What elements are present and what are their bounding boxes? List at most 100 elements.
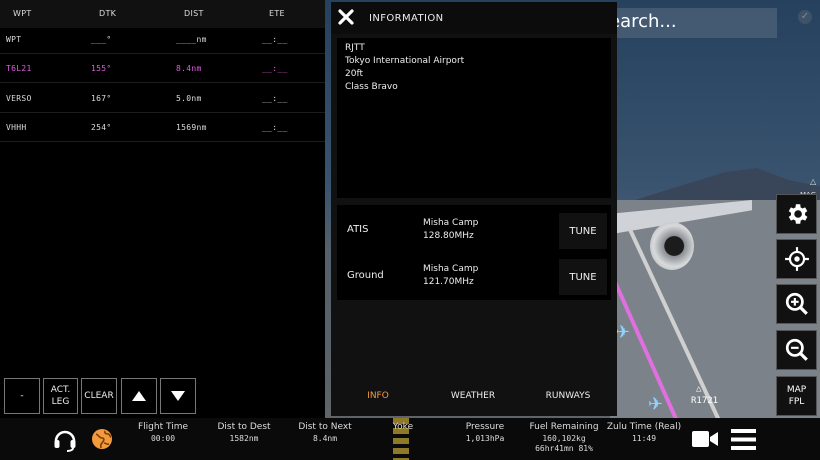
row-dtk: 155° [91, 64, 112, 73]
fuel-value-time: 66hr41mn 81% [535, 444, 593, 453]
frequency-value: 128.80MHz [423, 231, 474, 241]
dist-to-dest-value: 1582nm [229, 434, 259, 443]
waypoint-label: R1721 [691, 396, 719, 406]
fuel-remaining: Fuel Remaining 160,102kg 66hr41mn 81% [526, 422, 602, 454]
zoom-in-icon [785, 292, 808, 315]
zoom-out-button[interactable] [776, 330, 817, 370]
zoom-out-icon [785, 338, 808, 361]
video-camera-icon [692, 431, 718, 447]
flight-time-label: Flight Time [137, 422, 188, 432]
pressure-label: Pressure [465, 422, 505, 432]
center-location-button[interactable] [776, 239, 817, 279]
zulu-time: Zulu Time (Real) 11:49 [606, 422, 682, 444]
tab-runways[interactable]: RUNWAYS [523, 391, 613, 401]
map-fpl-label-fpl: FPL [788, 397, 805, 407]
atc-headset-button[interactable] [52, 426, 78, 456]
dist-to-next-value: 8.4nm [312, 434, 338, 443]
row-dist: 8.4nm [176, 64, 202, 73]
pressure: Pressure 1,013hPa [453, 422, 517, 444]
pressure-value: 1,013hPa [465, 434, 505, 443]
header-dtk: DTK [99, 9, 117, 18]
flight-plan-row[interactable]: VHHH 254° 1569nm __:__ [0, 112, 325, 142]
airport-code: RJTT [345, 43, 365, 53]
waypoint-triangle-icon: △ [696, 384, 702, 394]
frequency-row-atis: ATIS Misha Camp 128.80MHz TUNE [337, 209, 611, 253]
globe-button[interactable] [91, 428, 113, 454]
crosshair-icon [784, 247, 809, 271]
airport-details: RJTT Tokyo International Airport 20ft Cl… [337, 38, 611, 198]
row-wpt: VERSO [6, 94, 32, 103]
information-tabs: INFO WEATHER RUNWAYS [331, 382, 617, 412]
frequency-details: Misha Camp 121.70MHz [423, 263, 478, 289]
frequency-type: Ground [347, 270, 384, 281]
frequency-station: Misha Camp [423, 264, 479, 274]
frequency-list: ATIS Misha Camp 128.80MHz TUNE Ground Mi… [337, 205, 611, 300]
tune-ground-button[interactable]: TUNE [559, 259, 607, 295]
zulu-time-label: Zulu Time (Real) [606, 422, 682, 432]
flight-plan-panel: WPT DTK DIST ETE WPT ___° ____nm __:__ T… [0, 0, 325, 418]
row-dist: 5.0nm [176, 94, 202, 103]
check-icon[interactable]: ✓ [798, 10, 812, 24]
map-fpl-button[interactable]: MAP FPL [776, 376, 817, 416]
row-wpt: VHHH [6, 123, 27, 132]
arrow-down-icon [171, 391, 185, 401]
header-ete: ETE [269, 9, 285, 18]
tune-atis-button[interactable]: TUNE [559, 213, 607, 249]
flight-plan-row[interactable]: VERSO 167° 5.0nm __:__ [0, 83, 325, 113]
zulu-time-value: 11:49 [631, 434, 657, 443]
tab-info[interactable]: INFO [333, 391, 423, 401]
row-dist: ____nm [176, 35, 207, 44]
map-fpl-label-map: MAP [786, 385, 807, 395]
remove-waypoint-button[interactable]: - [4, 378, 40, 414]
gear-icon [788, 204, 807, 224]
flight-plan-row-active[interactable]: T6L21 155° 8.4nm __:__ [0, 53, 325, 83]
flight-plan-row[interactable]: WPT ___° ____nm __:__ [0, 24, 325, 54]
airport-elevation: 20ft [345, 69, 363, 79]
main-menu-button[interactable] [731, 429, 756, 454]
act-leg-label-1: ACT. [50, 385, 71, 395]
act-leg-label-2: LEG [51, 397, 70, 407]
move-down-button[interactable] [160, 378, 196, 414]
status-bar: Flight Time 00:00 Dist to Dest 1582nm Di… [0, 418, 820, 460]
header-dist: DIST [184, 9, 204, 18]
headset-icon [54, 430, 76, 452]
arrow-up-icon [132, 391, 146, 401]
frequency-station: Misha Camp [423, 218, 479, 228]
row-ete: __:__ [262, 123, 288, 132]
camera-button[interactable] [692, 429, 718, 453]
row-wpt: WPT [6, 35, 22, 44]
zoom-in-button[interactable] [776, 284, 817, 324]
traffic-airplane-icon[interactable]: ✈ [615, 322, 630, 343]
clear-button[interactable]: CLEAR [81, 378, 117, 414]
runway-marking [393, 418, 409, 460]
activate-leg-button[interactable]: ACT. LEG [43, 378, 78, 414]
information-title: INFORMATION [369, 13, 444, 24]
header-wpt: WPT [13, 9, 32, 18]
frequency-type: ATIS [347, 224, 369, 235]
airport-airspace: Class Bravo [345, 82, 398, 92]
close-icon [338, 9, 354, 25]
fuel-label: Fuel Remaining [529, 422, 599, 432]
close-button[interactable] [337, 8, 355, 26]
dist-to-next: Dist to Next 8.4nm [292, 422, 358, 444]
globe-icon [92, 429, 112, 449]
flight-time: Flight Time 00:00 [132, 422, 194, 444]
row-ete: __:__ [262, 64, 288, 73]
fuel-value-weight: 160,102kg [542, 434, 586, 443]
traffic-airplane-icon[interactable]: ✈ [648, 394, 663, 415]
dist-to-dest: Dist to Dest 1582nm [212, 422, 276, 444]
settings-button[interactable] [776, 194, 817, 234]
information-title-bar: INFORMATION [331, 2, 617, 34]
dist-to-dest-label: Dist to Dest [217, 422, 271, 432]
tab-weather[interactable]: WEATHER [428, 391, 518, 401]
information-panel: INFORMATION RJTT Tokyo International Air… [331, 2, 617, 416]
search-input[interactable]: earch... [607, 8, 777, 38]
frequency-details: Misha Camp 128.80MHz [423, 217, 478, 243]
frequency-row-ground: Ground Misha Camp 121.70MHz TUNE [337, 255, 611, 299]
airport-name: Tokyo International Airport [345, 56, 465, 66]
move-up-button[interactable] [121, 378, 157, 414]
row-dtk: ___° [91, 35, 112, 44]
row-dtk: 167° [91, 94, 112, 103]
frequency-value: 121.70MHz [423, 277, 474, 287]
row-ete: __:__ [262, 35, 288, 44]
